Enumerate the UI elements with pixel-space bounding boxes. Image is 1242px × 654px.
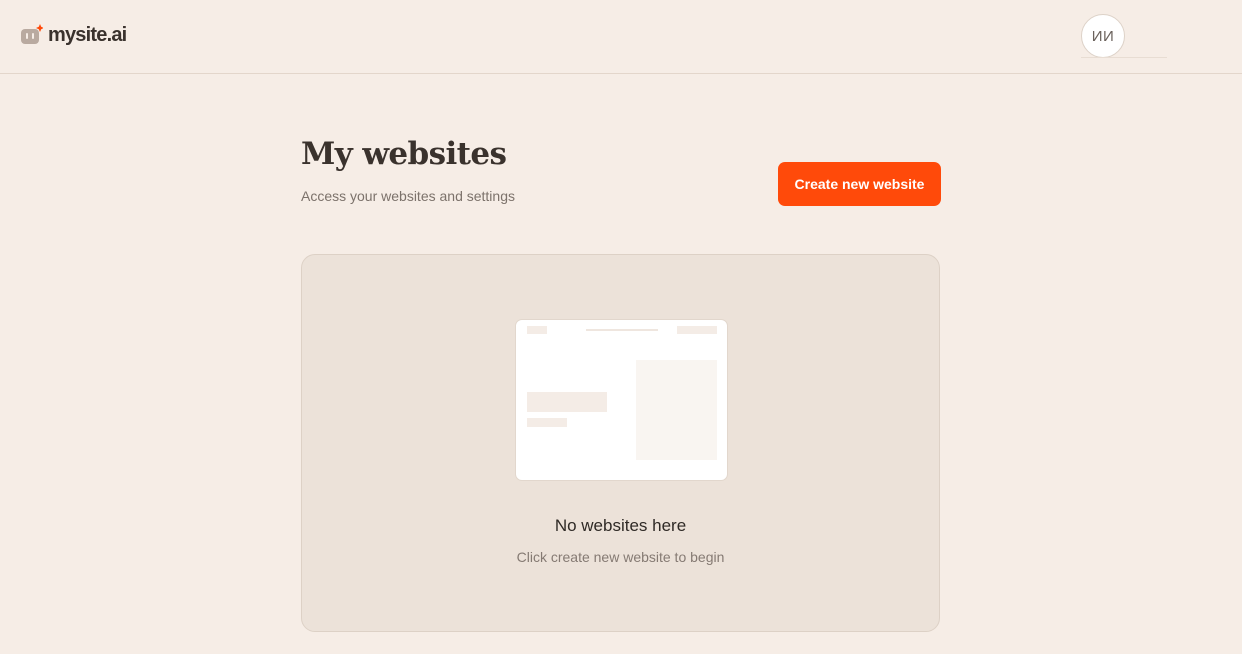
mysite-logo-icon [21, 24, 43, 46]
website-preview-illustration [515, 319, 728, 481]
preview-nav-placeholder [586, 329, 658, 331]
preview-button-placeholder [677, 326, 717, 334]
brand-logo[interactable]: mysite.ai [21, 22, 127, 48]
empty-state-panel: No websites here Click create new websit… [301, 254, 940, 632]
brand-name: mysite.ai [48, 23, 127, 46]
empty-state-title: No websites here [554, 516, 687, 535]
page-title: My websites [301, 136, 507, 172]
empty-state-subtitle: Click create new website to begin [516, 549, 725, 565]
page-subtitle: Access your websites and settings [301, 188, 515, 204]
preview-logo-placeholder [527, 326, 547, 334]
user-avatar[interactable]: ИИ [1081, 14, 1125, 58]
divider [1081, 57, 1167, 58]
preview-image-placeholder [636, 360, 717, 460]
top-bar: mysite.ai ИИ [0, 0, 1242, 74]
preview-text-placeholder [527, 418, 567, 427]
preview-heading-placeholder [527, 392, 607, 412]
create-website-button[interactable]: Create new website [778, 162, 941, 206]
